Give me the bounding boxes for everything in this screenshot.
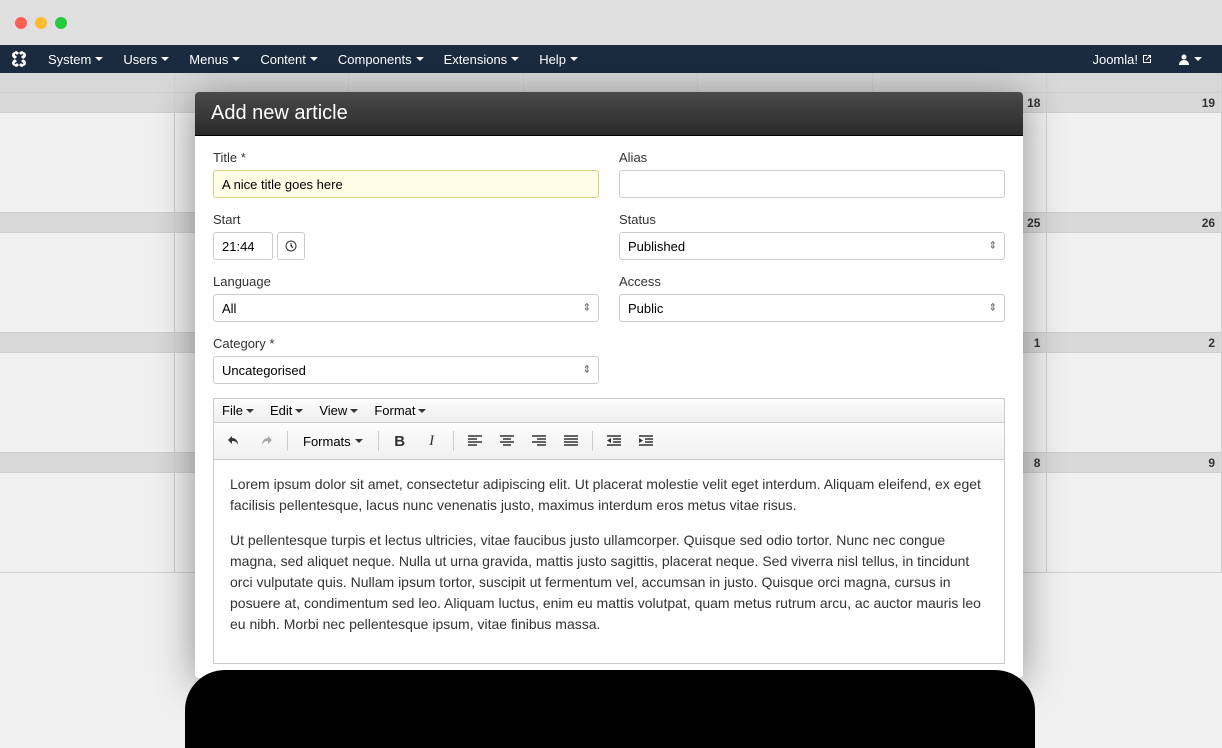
modal-title: Add new article <box>195 92 1023 136</box>
nav-extensions[interactable]: Extensions <box>434 52 530 67</box>
access-select[interactable] <box>619 294 1005 322</box>
cal-header-cell <box>0 73 175 92</box>
editor-menu-view[interactable]: View <box>319 403 358 418</box>
cal-date-cell[interactable]: 19 <box>1047 93 1222 112</box>
add-article-modal: Add new article Title * Alias Start <box>195 92 1023 678</box>
status-select[interactable] <box>619 232 1005 260</box>
nav-system[interactable]: System <box>38 52 113 67</box>
cal-header-cell <box>349 73 524 92</box>
nav-components[interactable]: Components <box>328 52 434 67</box>
align-justify-button[interactable] <box>557 427 585 455</box>
rich-text-editor: File Edit View Format Formats B I <box>213 398 1005 664</box>
time-picker-button[interactable] <box>277 232 305 260</box>
editor-paragraph: Lorem ipsum dolor sit amet, consectetur … <box>230 474 988 516</box>
category-select[interactable] <box>213 356 599 384</box>
italic-button[interactable]: I <box>418 427 446 455</box>
nav-menus[interactable]: Menus <box>179 52 250 67</box>
window-close-icon[interactable] <box>15 17 27 29</box>
start-time-input[interactable] <box>213 232 273 260</box>
editor-menu-file[interactable]: File <box>222 403 254 418</box>
alias-label: Alias <box>619 150 1005 165</box>
title-label: Title * <box>213 150 599 165</box>
cal-date-cell[interactable] <box>0 333 175 352</box>
align-center-icon <box>500 435 514 447</box>
cal-date-cell[interactable]: 26 <box>1047 213 1222 232</box>
undo-icon <box>227 434 241 448</box>
clock-icon <box>285 240 297 252</box>
editor-toolbar: Formats B I <box>214 423 1004 460</box>
align-right-button[interactable] <box>525 427 553 455</box>
language-select[interactable] <box>213 294 599 322</box>
nav-user-menu[interactable] <box>1168 53 1212 65</box>
formats-dropdown[interactable]: Formats <box>295 434 371 449</box>
language-label: Language <box>213 274 599 289</box>
status-label: Status <box>619 212 1005 227</box>
outdent-icon <box>607 435 621 447</box>
align-left-button[interactable] <box>461 427 489 455</box>
nav-users[interactable]: Users <box>113 52 179 67</box>
bottom-overlay <box>185 670 1035 748</box>
user-icon <box>1178 53 1190 65</box>
editor-content-area[interactable]: Lorem ipsum dolor sit amet, consectetur … <box>214 460 1004 663</box>
cal-header-cell <box>175 73 350 92</box>
category-label: Category * <box>213 336 599 351</box>
editor-menu-format[interactable]: Format <box>374 403 426 418</box>
align-left-icon <box>468 435 482 447</box>
cal-header-cell <box>524 73 699 92</box>
nav-brand-link[interactable]: Joomla! <box>1082 52 1162 67</box>
cal-header-cell <box>1047 73 1222 92</box>
alias-input[interactable] <box>619 170 1005 198</box>
outdent-button[interactable] <box>600 427 628 455</box>
cal-date-cell[interactable] <box>0 453 175 472</box>
editor-menu-edit[interactable]: Edit <box>270 403 303 418</box>
access-label: Access <box>619 274 1005 289</box>
undo-button[interactable] <box>220 427 248 455</box>
editor-menubar: File Edit View Format <box>214 399 1004 423</box>
cal-date-cell[interactable]: 9 <box>1047 453 1222 472</box>
indent-icon <box>639 435 653 447</box>
window-maximize-icon[interactable] <box>55 17 67 29</box>
cal-date-cell[interactable]: 2 <box>1047 333 1222 352</box>
align-center-button[interactable] <box>493 427 521 455</box>
title-input[interactable] <box>213 170 599 198</box>
browser-window-chrome <box>0 0 1222 45</box>
bold-button[interactable]: B <box>386 427 414 455</box>
cal-header-cell <box>873 73 1048 92</box>
cal-date-cell[interactable] <box>0 213 175 232</box>
window-minimize-icon[interactable] <box>35 17 47 29</box>
nav-content[interactable]: Content <box>250 52 328 67</box>
admin-navbar: System Users Menus Content Components Ex… <box>0 45 1222 73</box>
editor-paragraph: Ut pellentesque turpis et lectus ultrici… <box>230 530 988 635</box>
indent-button[interactable] <box>632 427 660 455</box>
cal-date-cell[interactable] <box>0 93 175 112</box>
redo-icon <box>259 434 273 448</box>
align-right-icon <box>532 435 546 447</box>
joomla-logo-icon[interactable] <box>10 50 28 68</box>
cal-header-cell <box>698 73 873 92</box>
external-link-icon <box>1142 54 1152 64</box>
redo-button[interactable] <box>252 427 280 455</box>
align-justify-icon <box>564 435 578 447</box>
start-label: Start <box>213 212 599 227</box>
nav-help[interactable]: Help <box>529 52 588 67</box>
